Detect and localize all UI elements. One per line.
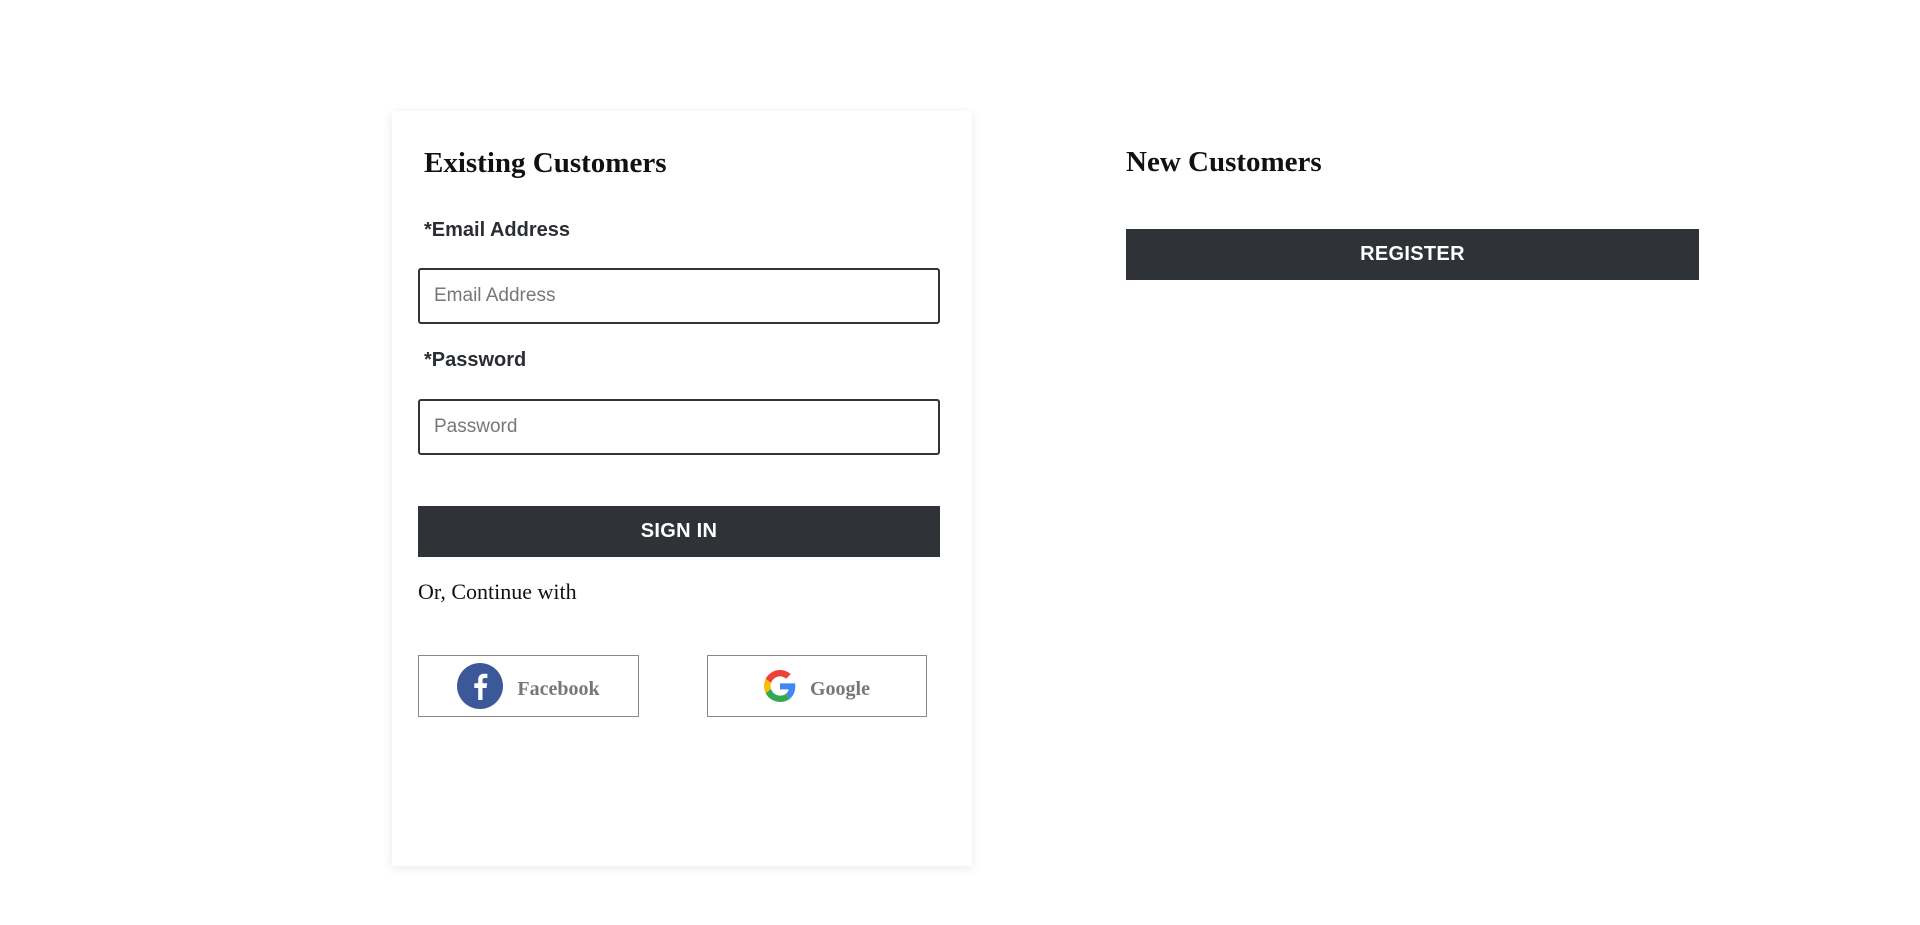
existing-customers-title: Existing Customers (424, 147, 667, 179)
google-label: Google (810, 677, 870, 700)
facebook-icon (457, 663, 504, 709)
email-input[interactable] (418, 268, 940, 324)
login-page: Existing Customers *Email Address *Passw… (0, 0, 1920, 925)
register-button[interactable]: REGISTER (1126, 229, 1699, 280)
facebook-label: Facebook (517, 677, 600, 700)
password-input[interactable] (418, 399, 940, 455)
new-customers-title: New Customers (1126, 146, 1322, 178)
google-login-button[interactable]: Google (707, 655, 927, 717)
email-label: *Email Address (424, 219, 570, 241)
existing-customers-panel: Existing Customers *Email Address *Passw… (392, 111, 972, 866)
continue-with-text: Or, Continue with (418, 579, 577, 604)
facebook-login-button[interactable]: Facebook (418, 655, 639, 717)
password-label: *Password (424, 349, 527, 371)
google-icon (764, 670, 796, 702)
sign-in-button[interactable]: SIGN IN (418, 506, 940, 557)
